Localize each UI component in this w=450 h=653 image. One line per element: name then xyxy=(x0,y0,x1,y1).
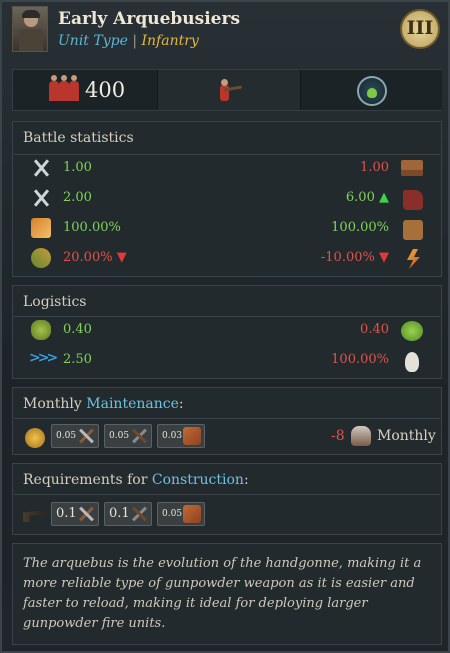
maintenance-link[interactable]: Maintenance xyxy=(86,396,179,412)
men-icon xyxy=(49,75,79,101)
stat-row: 100.00% 100.00% xyxy=(13,218,441,240)
maintenance-cost: 0.05 xyxy=(51,424,99,448)
march-icon: >>> xyxy=(29,350,58,366)
tier-badge: III xyxy=(400,9,440,49)
stat-left-group: 20.00% ▼ xyxy=(63,250,127,265)
maintenance-cost: 0.03 xyxy=(157,424,205,448)
musket-icon xyxy=(23,510,45,522)
arrow-up-icon: ▲ xyxy=(379,190,389,205)
cost-value: 0.03 xyxy=(162,431,183,441)
cost-value: 0.1 xyxy=(109,506,130,521)
soldier-icon xyxy=(351,426,371,446)
battle-statistics-title: Battle statistics xyxy=(23,130,134,146)
logistics-title: Logistics xyxy=(23,294,87,310)
arrow-down-icon: ▼ xyxy=(379,250,389,265)
unit-portrait xyxy=(12,6,48,52)
battle-statistics-panel: Battle statistics 1.00 1.00 2.00 6.00 ▲ … xyxy=(12,121,442,277)
charge-attack-icon xyxy=(31,188,51,208)
bolt-icon xyxy=(407,249,420,269)
stat-left-value: 20.00% xyxy=(63,250,113,265)
cost-value: 0.05 xyxy=(162,509,183,519)
soldier-upkeep-value: -8 xyxy=(331,428,345,444)
unit-description: The arquebus is the evolution of the han… xyxy=(12,543,442,645)
maintenance-panel: Monthly Maintenance: 0.05 0.05 0.03 -8 M… xyxy=(12,387,442,455)
stat-row: 2.00 6.00 ▲ xyxy=(13,188,441,210)
logistics-right-value: 100.00% xyxy=(331,352,389,367)
logistics-left-value: 0.40 xyxy=(63,322,92,337)
logistics-row: 0.40 0.40 xyxy=(13,320,441,342)
melee-attack-icon xyxy=(31,158,51,178)
construction-title-prefix: Requirements for xyxy=(23,472,148,488)
unit-title: Early Arquebusiers xyxy=(58,9,241,29)
arquebusier-icon xyxy=(216,79,243,101)
potion-icon xyxy=(357,76,387,106)
logistics-panel: Logistics 0.40 0.40 >>> 2.50 100.00% xyxy=(12,285,442,379)
supplies-icon xyxy=(31,320,51,340)
stat-left-value: 100.00% xyxy=(63,220,121,235)
leather-icon xyxy=(183,505,201,523)
upkeep-period: Monthly xyxy=(377,428,436,444)
unit-tabs: 400 xyxy=(12,69,442,111)
unit-type-link[interactable]: Unit Type xyxy=(58,33,128,49)
iron-icon xyxy=(130,505,148,523)
soldier-count: 400 xyxy=(85,78,126,102)
stat-right-value: -10.00% xyxy=(320,250,375,265)
unit-tooltip: Early Arquebusiers Unit Type | Infantry … xyxy=(0,0,450,653)
ranged-icon xyxy=(31,248,51,268)
construction-panel: Requirements for Construction: 0.1 0.1 0… xyxy=(12,463,442,535)
defense-lock-icon xyxy=(403,220,423,240)
stat-right-value: 100.00% xyxy=(331,220,389,235)
maintenance-cost: 0.05 xyxy=(104,424,152,448)
cost-value: 0.1 xyxy=(56,506,77,521)
lumber-icon xyxy=(77,427,95,445)
skull-icon xyxy=(405,352,419,372)
arrow-down-icon: ▼ xyxy=(116,250,127,265)
construction-link[interactable]: Construction xyxy=(152,472,244,488)
cost-value: 0.05 xyxy=(56,431,77,441)
cost-value: 0.05 xyxy=(109,431,130,441)
maintenance-title-prefix: Monthly xyxy=(23,396,82,412)
stat-left-value: 1.00 xyxy=(63,160,92,175)
construction-cost: 0.05 xyxy=(157,502,205,526)
stat-right-group: 6.00 ▲ xyxy=(346,190,389,205)
construction-title-suffix: : xyxy=(243,472,249,488)
tab-soldiers[interactable]: 400 xyxy=(13,70,157,110)
stat-right-value: 6.00 xyxy=(345,190,375,205)
separator: | xyxy=(132,33,138,49)
maintenance-title-suffix: : xyxy=(178,396,184,412)
construction-title: Requirements for Construction: xyxy=(23,472,249,488)
stat-row: 20.00% ▼ -10.00% ▼ xyxy=(13,248,441,270)
logistics-row: >>> 2.50 100.00% xyxy=(13,350,441,372)
coins-icon xyxy=(25,428,45,448)
header: Early Arquebusiers Unit Type | Infantry … xyxy=(2,2,448,60)
leather-icon xyxy=(183,427,201,445)
unit-subtitle: Unit Type | Infantry xyxy=(58,33,199,49)
food-icon xyxy=(401,321,423,341)
stat-right-group: -10.00% ▼ xyxy=(321,250,389,265)
tab-technology[interactable] xyxy=(301,70,442,110)
maintenance-title: Monthly Maintenance: xyxy=(23,396,184,412)
stat-left-value: 2.00 xyxy=(63,190,92,205)
logistics-right-value: 0.40 xyxy=(360,322,389,337)
construction-cost: 0.1 xyxy=(104,502,152,526)
iron-icon xyxy=(130,427,148,445)
stat-right-value: 1.00 xyxy=(360,160,389,175)
tab-unit[interactable] xyxy=(158,70,300,110)
stat-row: 1.00 1.00 xyxy=(13,158,441,180)
speed-icon xyxy=(403,190,423,210)
logistics-left-value: 2.50 xyxy=(63,352,92,367)
lumber-icon xyxy=(77,505,95,523)
armor-icon xyxy=(401,160,423,176)
flank-icon xyxy=(31,218,51,238)
unit-class: Infantry xyxy=(141,33,199,49)
construction-cost: 0.1 xyxy=(51,502,99,526)
